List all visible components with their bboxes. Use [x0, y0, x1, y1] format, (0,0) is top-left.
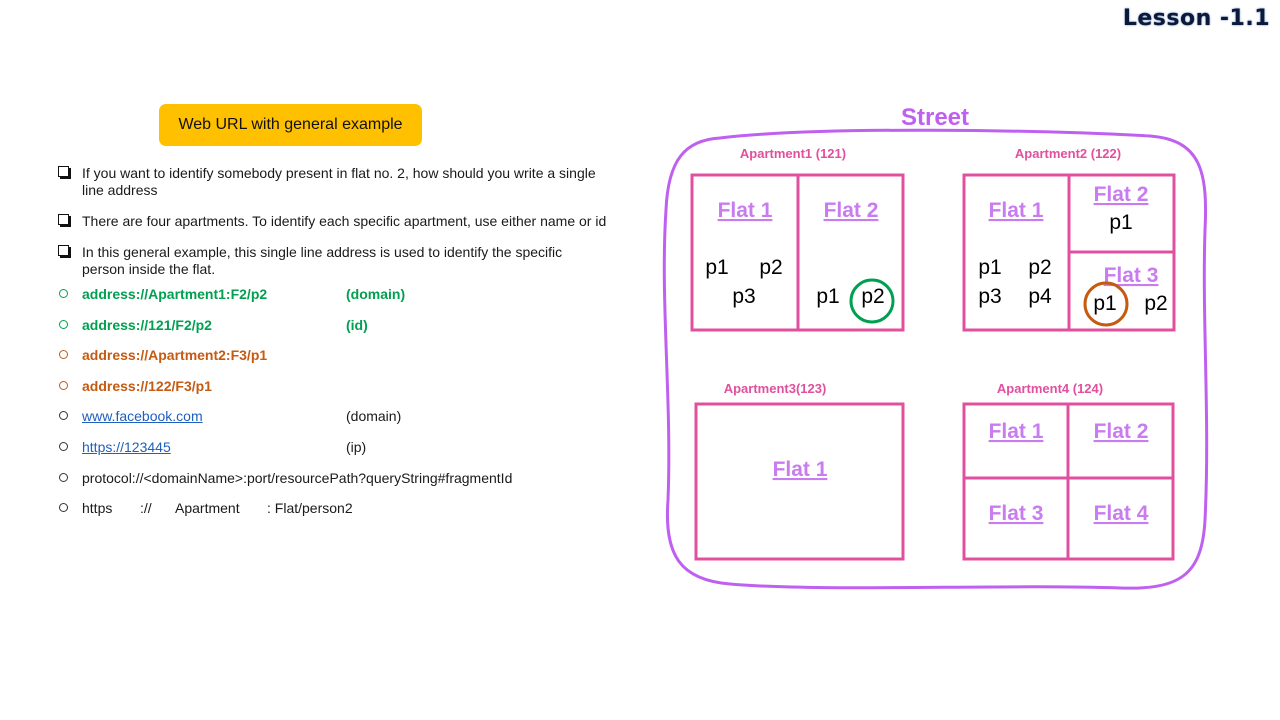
apartment1-label: Apartment1 (121) — [740, 146, 846, 161]
apartment4-label: Apartment4 (124) — [997, 381, 1103, 396]
person-label: p3 — [978, 285, 1001, 308]
apt4-flat2-label[interactable]: Flat 2 — [1094, 420, 1149, 443]
person-label: p1 — [978, 256, 1001, 279]
person-label: p1 — [816, 285, 839, 308]
apt4-flat4-label[interactable]: Flat 4 — [1094, 502, 1149, 525]
apt2-flat2-label[interactable]: Flat 2 — [1094, 183, 1149, 206]
person-label: p2 — [1144, 292, 1167, 315]
person-label: p1 — [1109, 211, 1132, 234]
apt4-flat3-label[interactable]: Flat 3 — [989, 502, 1044, 525]
person-label: p4 — [1028, 285, 1052, 308]
person-label: p2 — [1028, 256, 1051, 279]
apartment3-box — [694, 402, 905, 561]
apartment3-label: Apartment3(123) — [724, 381, 827, 396]
apt3-flat1-label[interactable]: Flat 1 — [773, 458, 828, 481]
street-diagram: Street Apartment1 (121) Flat 1 Flat 2 p1… — [662, 104, 1209, 590]
person-label: p2 — [759, 256, 782, 279]
street-label: Street — [901, 104, 969, 131]
person-label: p2 — [861, 285, 884, 308]
apt1-flat2-label[interactable]: Flat 2 — [824, 199, 879, 222]
apt1-flat1-label[interactable]: Flat 1 — [718, 199, 773, 222]
person-label: p3 — [732, 285, 755, 308]
apt4-flat1-label[interactable]: Flat 1 — [989, 420, 1044, 443]
apartment2-label: Apartment2 (122) — [1015, 146, 1121, 161]
person-label: p1 — [1093, 292, 1116, 315]
apt2-flat1-label[interactable]: Flat 1 — [989, 199, 1044, 222]
person-label: p1 — [705, 256, 728, 279]
